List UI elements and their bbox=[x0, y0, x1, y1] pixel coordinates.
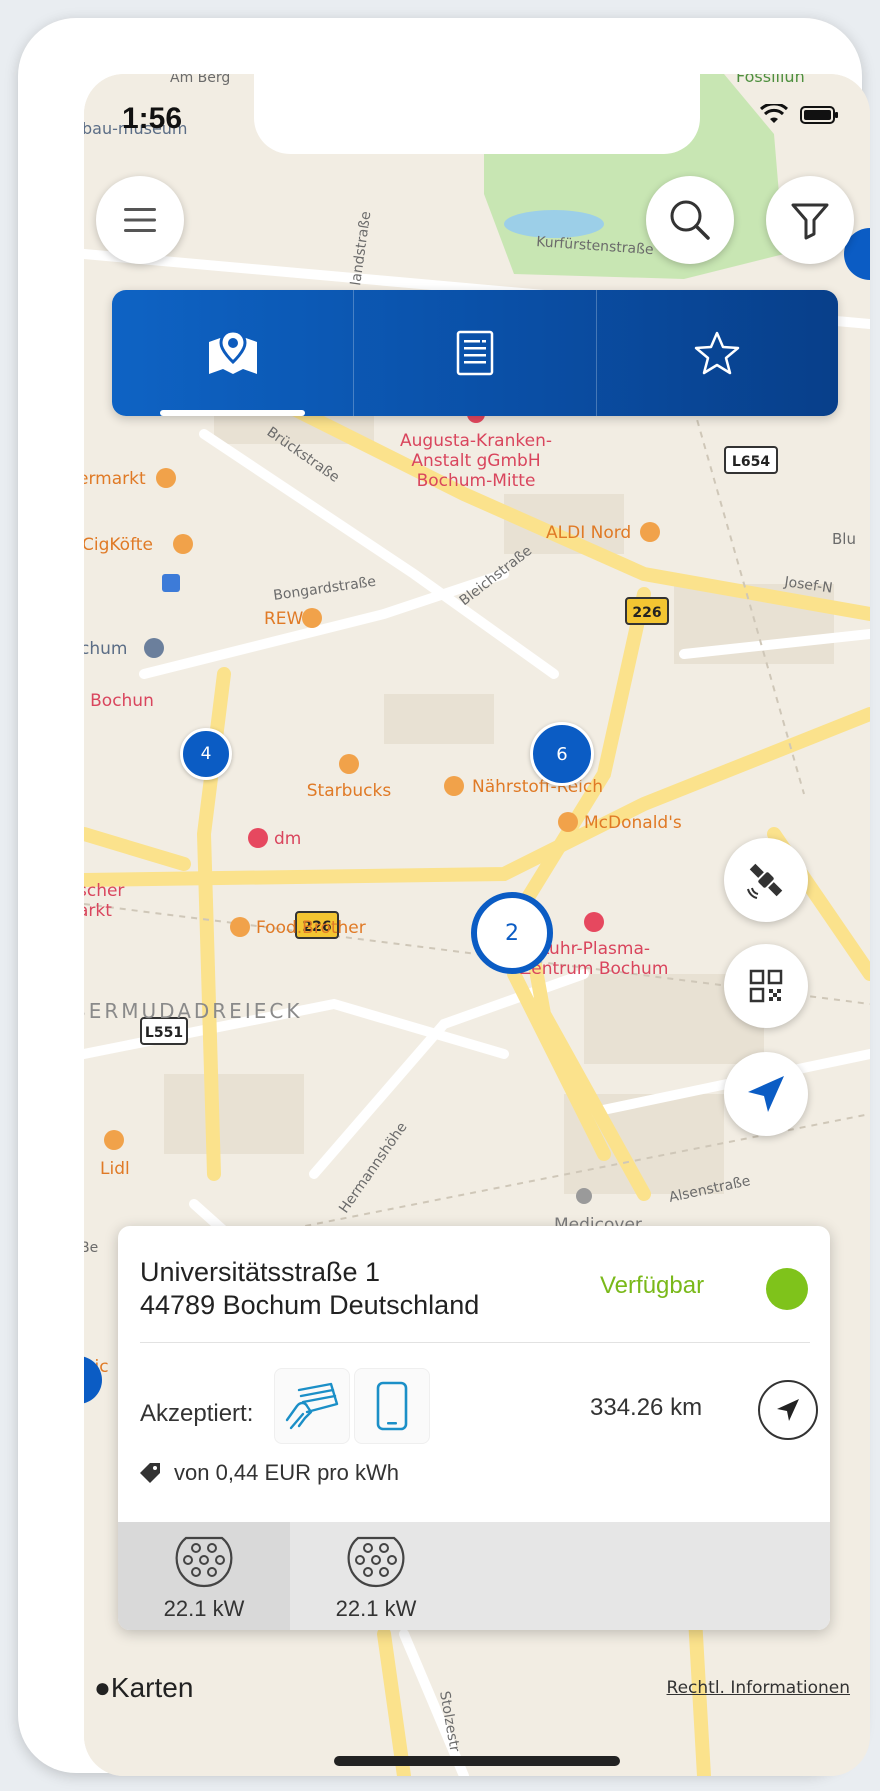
road-label: Be bbox=[84, 1240, 98, 1256]
menu-button[interactable] bbox=[96, 176, 184, 264]
svg-text:Starbucks: Starbucks bbox=[307, 781, 392, 801]
qr-code-icon bbox=[749, 969, 783, 1003]
road-label: Blu bbox=[832, 530, 856, 548]
card-icon bbox=[285, 1382, 339, 1430]
star-icon bbox=[695, 331, 740, 375]
wifi-icon bbox=[760, 104, 788, 123]
accepted-label: Akzeptiert: bbox=[140, 1400, 254, 1427]
svg-text:L551: L551 bbox=[145, 1025, 183, 1041]
museum-poi[interactable]: chum bbox=[84, 638, 164, 659]
availability-status: Verfügbar bbox=[600, 1272, 705, 1299]
svg-text:Augusta-Kranken-: Augusta-Kranken- bbox=[400, 431, 552, 451]
rewe-poi[interactable]: REWE bbox=[264, 608, 322, 629]
connector-list: 22.1 kW 22.1 kW bbox=[118, 1522, 830, 1630]
connector-item[interactable]: 22.1 kW bbox=[290, 1522, 462, 1630]
svg-text:dm: dm bbox=[274, 829, 301, 849]
price-info: von 0,44 EUR pro kWh bbox=[138, 1460, 399, 1486]
hamburger-icon bbox=[124, 208, 156, 232]
svg-text:CigKöfte: CigKöfte bbox=[84, 535, 153, 555]
station-address: Universitätsstraße 1 44789 Bochum Deutsc… bbox=[140, 1256, 479, 1322]
device-notch bbox=[254, 74, 700, 154]
device-frame: Kurfürstenstraße Brückstraße Bongardstra… bbox=[18, 18, 870, 1776]
type2-plug-icon bbox=[347, 1536, 405, 1588]
dm-poi[interactable]: dm bbox=[248, 828, 301, 849]
connector-power: 22.1 kW bbox=[163, 1596, 245, 1621]
connector-power: 22.1 kW bbox=[335, 1596, 417, 1621]
address-line-2: 44789 Bochum Deutschland bbox=[140, 1290, 480, 1320]
map-pin-icon bbox=[208, 329, 257, 374]
filter-icon bbox=[791, 203, 829, 240]
cluster-marker[interactable]: 6 bbox=[530, 722, 594, 786]
cluster-marker[interactable]: 4 bbox=[180, 728, 232, 780]
svg-text:L654: L654 bbox=[732, 454, 770, 470]
maps-attribution: ●Karten bbox=[94, 1672, 193, 1704]
maps-brand: Karten bbox=[110, 1672, 194, 1703]
poi-label: arkt bbox=[84, 901, 112, 921]
road-badge: L654 bbox=[724, 446, 778, 474]
svg-text:ermarkt: ermarkt bbox=[84, 469, 146, 489]
navigation-arrow-icon bbox=[777, 1399, 799, 1421]
district-label: BERMUDADREIECK bbox=[84, 999, 302, 1023]
address-line-1: Universitätsstraße 1 bbox=[140, 1257, 381, 1287]
tab-map[interactable] bbox=[112, 290, 355, 416]
app-screen: Kurfürstenstraße Brückstraße Bongardstra… bbox=[84, 74, 870, 1776]
svg-text:ALDI Nord: ALDI Nord bbox=[546, 523, 631, 543]
svg-text:Anstalt gGmbH: Anstalt gGmbH bbox=[411, 451, 540, 471]
payment-app bbox=[354, 1368, 430, 1444]
distance: 334.26 km bbox=[590, 1394, 703, 1421]
location-arrow-icon bbox=[748, 1076, 784, 1112]
navigate-button[interactable] bbox=[758, 1380, 818, 1440]
connector-item[interactable]: 22.1 kW bbox=[118, 1522, 290, 1630]
road-badge: 226 bbox=[625, 597, 669, 625]
status-icons bbox=[760, 104, 840, 126]
legal-info-link[interactable]: Rechtl. Informationen bbox=[667, 1678, 850, 1698]
battery-icon bbox=[800, 106, 838, 124]
locate-me-button[interactable] bbox=[724, 1052, 808, 1136]
tab-list[interactable] bbox=[354, 290, 597, 416]
poi-label: ı Bochun bbox=[84, 691, 154, 711]
poi-label: Fossiliun bbox=[736, 74, 805, 86]
type2-plug-icon bbox=[175, 1536, 233, 1588]
selected-cluster-marker[interactable]: 2 bbox=[471, 892, 553, 974]
svg-text:Nährstoff-Reich: Nährstoff-Reich bbox=[472, 777, 603, 797]
bus-stop-icon bbox=[162, 574, 180, 592]
filter-button[interactable] bbox=[766, 176, 854, 264]
svg-text:Food.Brother: Food.Brother bbox=[256, 918, 366, 938]
svg-text:Zentrum Bochum: Zentrum Bochum bbox=[520, 959, 669, 979]
search-button[interactable] bbox=[646, 176, 734, 264]
phone-icon bbox=[376, 1381, 408, 1431]
status-time: 1:56 bbox=[122, 102, 183, 135]
poi-label: scher bbox=[84, 881, 124, 901]
price-tag-icon bbox=[140, 1463, 160, 1483]
road-label: Am Berg bbox=[170, 74, 230, 86]
divider bbox=[140, 1342, 810, 1343]
svg-text:226: 226 bbox=[632, 605, 661, 621]
home-indicator[interactable] bbox=[334, 1756, 620, 1766]
svg-text:Lidl: Lidl bbox=[100, 1159, 130, 1179]
qr-scan-button[interactable] bbox=[724, 944, 808, 1028]
svg-text:chum: chum bbox=[84, 639, 127, 659]
active-tab-indicator bbox=[160, 410, 306, 416]
station-card[interactable]: Universitätsstraße 1 44789 Bochum Deutsc… bbox=[118, 1226, 830, 1630]
status-indicator bbox=[766, 1268, 808, 1310]
svg-text:McDonald's: McDonald's bbox=[584, 813, 682, 833]
view-tabbar bbox=[112, 290, 838, 416]
price-text: von 0,44 EUR pro kWh bbox=[174, 1460, 399, 1485]
supermarket-poi[interactable]: ermarkt bbox=[84, 468, 176, 489]
satellite-button[interactable] bbox=[724, 838, 808, 922]
apple-logo-icon: ● bbox=[94, 1672, 111, 1703]
svg-text:Ruhr-Plasma-: Ruhr-Plasma- bbox=[538, 939, 650, 959]
satellite-icon bbox=[747, 863, 783, 899]
list-document-icon bbox=[456, 330, 494, 376]
payment-card bbox=[274, 1368, 350, 1444]
svg-text:Bochum-Mitte: Bochum-Mitte bbox=[417, 471, 536, 491]
search-icon bbox=[670, 200, 710, 240]
tab-favorites[interactable] bbox=[597, 290, 838, 416]
